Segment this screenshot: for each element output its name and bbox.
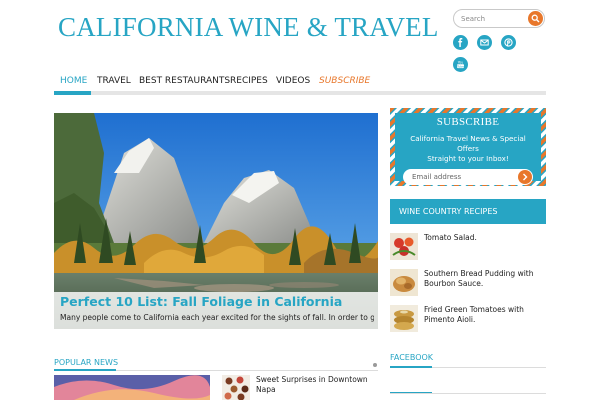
facebook-accent bbox=[390, 366, 432, 368]
popular-news-title[interactable]: Sweet Surprises in Downtown Napa bbox=[256, 375, 374, 395]
nav-item-best-restaurants[interactable]: BEST RESTAURANTS bbox=[139, 73, 230, 90]
chocolates-image bbox=[222, 375, 250, 400]
youtube-button[interactable]: You Tube bbox=[453, 57, 468, 72]
recipe-title-3[interactable]: Fried Green Tomatoes with Pimento Aioli. bbox=[424, 305, 546, 325]
recipe-title-2[interactable]: Southern Bread Pudding with Bourbon Sauc… bbox=[424, 269, 546, 289]
pinterest-button[interactable] bbox=[501, 35, 516, 50]
subscribe-widget: SUBSCRIBE California Travel News & Speci… bbox=[390, 108, 546, 186]
wine-recipes-header: WINE COUNTRY RECIPES bbox=[390, 199, 546, 224]
youtube-icon: You Tube bbox=[456, 61, 464, 69]
facebook-heading: FACEBOOK bbox=[390, 353, 434, 362]
email-field-wrapper bbox=[403, 169, 533, 185]
popular-news-thumb[interactable] bbox=[222, 375, 250, 400]
subscribe-line-2: Offers bbox=[457, 144, 479, 153]
popular-news-accent bbox=[54, 369, 116, 371]
featured-title[interactable]: Perfect 10 List: Fall Foliage in Califor… bbox=[60, 294, 342, 309]
recipe-thumb-1[interactable] bbox=[390, 233, 418, 260]
popular-news-heading: POPULAR NEWS bbox=[54, 358, 119, 367]
subscribe-line-1: California Travel News & Special bbox=[410, 134, 526, 143]
bread-pudding-image bbox=[390, 269, 418, 296]
nav-active-indicator bbox=[54, 91, 91, 95]
popular-news-image[interactable] bbox=[54, 375, 210, 400]
sunset-image bbox=[54, 375, 210, 400]
search-input[interactable] bbox=[461, 12, 525, 25]
email-field[interactable] bbox=[412, 171, 512, 183]
site-title[interactable]: CALIFORNIA WINE & TRAVEL bbox=[58, 12, 439, 43]
slider-dot[interactable] bbox=[373, 363, 377, 367]
search-box bbox=[453, 9, 545, 28]
wine-recipes-heading: WINE COUNTRY RECIPES bbox=[399, 207, 498, 216]
search-icon bbox=[531, 14, 540, 23]
tomato-salad-image bbox=[390, 233, 418, 260]
subscribe-submit-button[interactable] bbox=[518, 170, 532, 184]
facebook-icon bbox=[458, 38, 463, 47]
nav-item-videos[interactable]: VIDEOS bbox=[276, 73, 310, 90]
nav-divider bbox=[54, 91, 546, 95]
email-icon bbox=[480, 39, 489, 46]
facebook-button[interactable] bbox=[453, 35, 468, 50]
next-section-divider bbox=[390, 393, 546, 394]
nav-item-recipes[interactable]: RECIPES bbox=[230, 73, 268, 90]
subscribe-title: SUBSCRIBE bbox=[436, 116, 500, 128]
featured-excerpt: Many people come to California each year… bbox=[60, 313, 374, 322]
chevron-right-icon bbox=[523, 173, 528, 181]
recipe-thumb-2[interactable] bbox=[390, 269, 418, 296]
svg-text:Tube: Tube bbox=[456, 64, 464, 68]
search-button[interactable] bbox=[528, 11, 543, 26]
main-nav: HOME TRAVEL BEST RESTAURANTS RECIPES VID… bbox=[54, 73, 546, 90]
featured-post[interactable]: Perfect 10 List: Fall Foliage in Califor… bbox=[54, 113, 378, 329]
featured-caption: Perfect 10 List: Fall Foliage in Califor… bbox=[54, 292, 378, 329]
nav-item-travel[interactable]: TRAVEL bbox=[97, 73, 131, 90]
nav-item-home[interactable]: HOME bbox=[60, 73, 87, 90]
pinterest-icon bbox=[504, 38, 513, 47]
email-button[interactable] bbox=[477, 35, 492, 50]
recipe-thumb-3[interactable] bbox=[390, 305, 418, 332]
recipe-title-1[interactable]: Tomato Salad. bbox=[424, 233, 546, 243]
subscribe-line-3: Straight to your Inbox! bbox=[427, 154, 509, 163]
fried-green-tomatoes-image bbox=[390, 305, 418, 332]
nav-item-subscribe[interactable]: SUBSCRIBE bbox=[319, 73, 370, 90]
